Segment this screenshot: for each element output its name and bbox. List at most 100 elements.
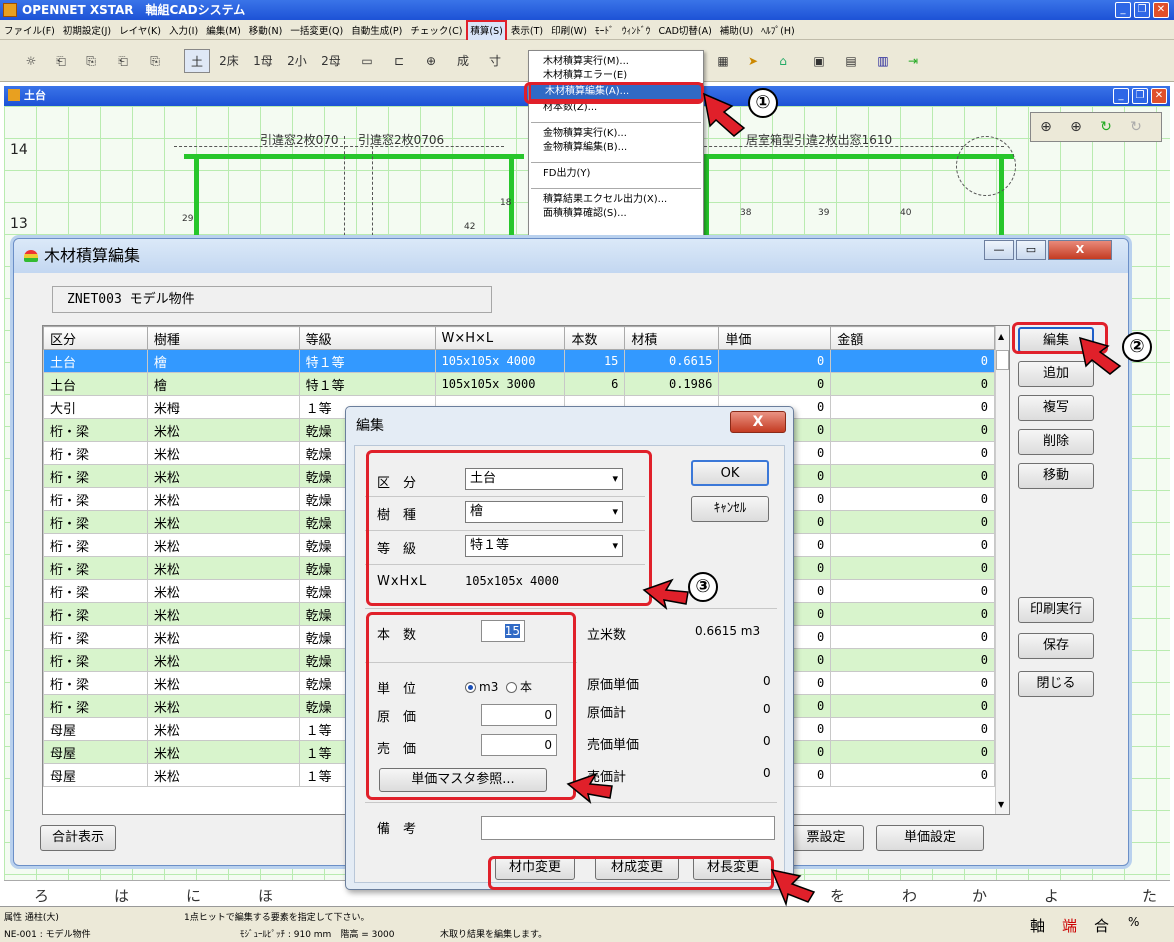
close-button[interactable]: 閉じる <box>1018 671 1094 697</box>
cell-kubun: 桁・梁 <box>43 694 148 718</box>
menu-edit[interactable]: 編集(M) <box>202 22 245 42</box>
menu-item-hardware-edit[interactable]: 金物積算編集(B)... <box>529 141 703 155</box>
close-icon[interactable]: ✕ <box>1153 2 1169 18</box>
menu-input[interactable]: 入力(I) <box>165 22 202 42</box>
tool-calc-icon[interactable]: ▥ <box>872 49 894 73</box>
tool-line-icon[interactable]: ▭ <box>356 49 378 73</box>
cell-kubun: 土台 <box>43 372 148 396</box>
tool-bracket-icon[interactable]: ⊏ <box>388 49 410 73</box>
tool-2f-floor-button[interactable]: 2床 <box>216 49 242 73</box>
menu-item-wood-run[interactable]: 木材積算実行(M)... <box>529 55 703 69</box>
tool-grid-icon[interactable]: ▦ <box>712 49 734 73</box>
copy-button[interactable]: 複写 <box>1018 395 1094 421</box>
menu-item-wood-error[interactable]: 木材積算エラー(E) <box>529 69 703 83</box>
menu-autogen[interactable]: 自動生成(P) <box>347 22 406 42</box>
table-row[interactable]: 土台檜特１等 105x105x 3000 6 0.1986 0 0 <box>43 372 995 396</box>
print-run-button[interactable]: 印刷実行 <box>1018 597 1094 623</box>
menu-view[interactable]: 表示(T) <box>507 22 547 42</box>
mode-joint[interactable]: 合 <box>1094 915 1109 936</box>
cell-kubun: 母屋 <box>43 717 148 741</box>
menu-check[interactable]: チェック(C) <box>406 22 466 42</box>
ok-button[interactable]: OK <box>691 460 769 486</box>
col-tokyu[interactable]: 等級 <box>298 326 436 350</box>
tool-2f-small-button[interactable]: 2小 <box>284 49 310 73</box>
menu-bulk[interactable]: 一括変更(Q) <box>286 22 347 42</box>
mode-pct[interactable]: % <box>1128 915 1139 929</box>
doc-icon <box>8 89 20 101</box>
menu-aux[interactable]: 補助(U) <box>716 22 757 42</box>
scroll-down-icon[interactable]: ▼ <box>998 800 1004 809</box>
menu-help[interactable]: ﾍﾙﾌﾟ(H) <box>757 22 799 42</box>
tool-icon[interactable]: ⎗ <box>112 49 134 73</box>
doc-close-icon[interactable]: ✕ <box>1151 88 1167 104</box>
zoom-area-icon[interactable]: ⊕ <box>1061 113 1091 141</box>
wd-maximize-icon[interactable]: ▭ <box>1016 240 1046 260</box>
price-settings-button[interactable]: 単価設定 <box>876 825 984 851</box>
wd-close-icon[interactable]: X <box>1048 240 1112 260</box>
col-kingaku[interactable]: 金額 <box>830 326 995 350</box>
undo-icon[interactable]: ↻ <box>1091 113 1121 141</box>
edit-close-icon[interactable]: X <box>730 411 786 433</box>
wd-minimize-icon[interactable]: — <box>984 240 1014 260</box>
tool-house-icon[interactable]: ⌂ <box>772 49 794 73</box>
tool-exit-icon[interactable]: ⇥ <box>902 49 924 73</box>
col-size[interactable]: W×H×L <box>434 326 566 350</box>
tool-dimension-button[interactable]: 寸 <box>484 49 506 73</box>
add-button[interactable]: 追加 <box>1018 361 1094 387</box>
tool-1f-purlin-button[interactable]: 1母 <box>250 49 276 73</box>
biko-input[interactable] <box>481 816 775 840</box>
scrollbar-thumb[interactable] <box>996 350 1009 370</box>
table-row[interactable]: 土台檜特１等 105x105x 4000 15 0.6615 0 0 <box>43 349 995 373</box>
menu-item-fd-output[interactable]: FD出力(Y) <box>529 167 703 181</box>
mode-axis[interactable]: 軸 <box>1030 915 1045 936</box>
menu-separator <box>531 181 701 189</box>
tool-sei-button[interactable]: 成 <box>452 49 474 73</box>
col-zaiseki[interactable]: 材積 <box>624 326 720 350</box>
cell-kingaku: 0 <box>830 464 995 488</box>
tool-wall-icon[interactable]: ▣ <box>808 49 830 73</box>
col-jushu[interactable]: 樹種 <box>146 326 300 350</box>
cell-kubun: 桁・梁 <box>43 510 148 534</box>
menu-init[interactable]: 初期設定(J) <box>59 22 115 42</box>
menu-cad[interactable]: CAD切替(A) <box>654 22 715 42</box>
mode-end[interactable]: 端 <box>1062 915 1077 936</box>
tool-dodai-button[interactable]: 土 <box>184 49 210 73</box>
cancel-button[interactable]: ｷｬﾝｾﾙ <box>691 496 769 522</box>
wood-dialog-title: 木材積算編集 <box>14 239 1128 273</box>
total-display-button[interactable]: 合計表示 <box>40 825 116 851</box>
zoom-in-icon[interactable]: ⊕ <box>1031 113 1061 141</box>
menu-item-area-check[interactable]: 面積積算確認(S)... <box>529 207 703 221</box>
tool-icon[interactable]: ⎘ <box>144 49 166 73</box>
scroll-up-icon[interactable]: ▲ <box>998 332 1004 341</box>
menu-layer[interactable]: レイヤ(K) <box>115 22 165 42</box>
menu-print[interactable]: 印刷(W) <box>547 22 591 42</box>
col-tanka[interactable]: 単価 <box>718 326 832 350</box>
menu-item-hardware-run[interactable]: 金物積算実行(K)... <box>529 127 703 141</box>
col-honsu[interactable]: 本数 <box>564 326 626 350</box>
maximize-icon[interactable]: ❐ <box>1134 2 1150 18</box>
redo-icon[interactable]: ↻ <box>1121 113 1151 141</box>
save-button[interactable]: 保存 <box>1018 633 1094 659</box>
table-scrollbar[interactable] <box>995 326 1009 814</box>
delete-button[interactable]: 削除 <box>1018 429 1094 455</box>
doc-maximize-icon[interactable]: ❐ <box>1132 88 1148 104</box>
tool-arrow-icon[interactable]: ➤ <box>742 49 764 73</box>
tool-icon[interactable]: ⎗ <box>50 49 72 73</box>
menu-mode[interactable]: ﾓｰﾄﾞ <box>591 22 618 42</box>
divider <box>365 608 777 609</box>
menu-window[interactable]: ｳｨﾝﾄﾞｳ <box>618 22 655 42</box>
tool-icon[interactable]: ☼ <box>20 49 42 73</box>
minimize-icon[interactable]: _ <box>1115 2 1131 18</box>
tool-icon[interactable]: ⎘ <box>80 49 102 73</box>
menu-item-excel-output[interactable]: 積算結果エクセル出力(X)... <box>529 193 703 207</box>
menu-move[interactable]: 移動(N) <box>245 22 287 42</box>
sheet-settings-button[interactable]: 票設定 <box>788 825 864 851</box>
doc-minimize-icon[interactable]: _ <box>1113 88 1129 104</box>
menu-file[interactable]: ファイル(F) <box>0 22 59 42</box>
axis-label: ほ <box>258 887 274 905</box>
tool-2f-purlin-button[interactable]: 2母 <box>318 49 344 73</box>
tool-cross-icon[interactable]: ⊕ <box>420 49 442 73</box>
tool-elevation-icon[interactable]: ▤ <box>840 49 862 73</box>
move-button[interactable]: 移動 <box>1018 463 1094 489</box>
col-kubun[interactable]: 区分 <box>43 326 148 350</box>
